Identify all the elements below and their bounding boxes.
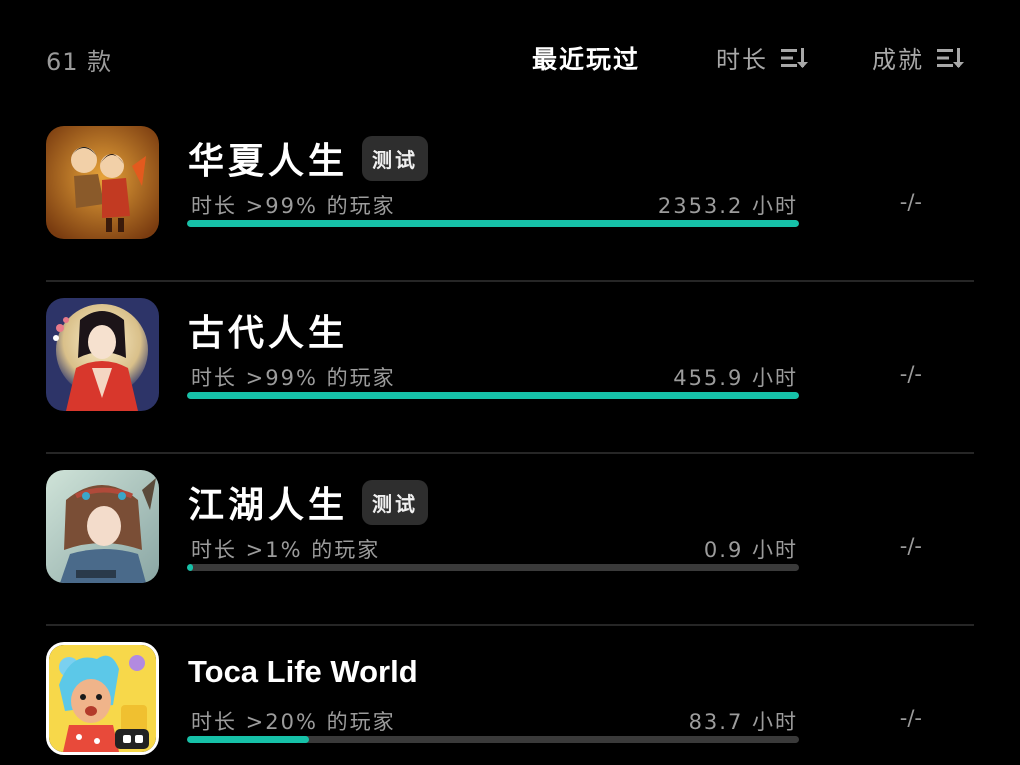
game-title-text: 江湖人生 <box>188 485 349 526</box>
game-list-item[interactable]: 古代人生 时长 >99% 的玩家 455.9 小时 -/- <box>46 282 974 454</box>
game-title: Toca Life World <box>188 654 418 690</box>
game-library-screen: 61 款 最近玩过 时长 成就 华夏人生 测试 时长 >99% 的玩家 2353… <box>0 0 1020 765</box>
playtime-progress-bar <box>187 564 799 571</box>
sort-by-playtime-label: 时长 <box>716 46 768 74</box>
game-list-item[interactable]: Toca Life World 时长 >20% 的玩家 83.7 小时 -/- <box>46 626 974 765</box>
sort-order-icon <box>781 47 808 68</box>
game-title-text: 古代人生 <box>188 313 349 354</box>
playtime-progress-bar <box>187 736 799 743</box>
playtime-progress-bar <box>187 220 799 227</box>
huaxia-rensheng-app-icon <box>46 126 159 239</box>
achievement-value: -/- <box>899 362 922 386</box>
playtime-rank-text: 时长 >99% 的玩家 <box>191 194 396 218</box>
playtime-hours: 2353.2 小时 <box>657 194 798 218</box>
toca-life-world-app-icon <box>46 642 159 755</box>
playtime-rank-text: 时长 >1% 的玩家 <box>191 538 381 562</box>
sort-order-icon <box>937 47 964 68</box>
beta-badge: 测试 <box>362 479 429 525</box>
playtime-rank-text: 时长 >20% 的玩家 <box>191 710 396 734</box>
achievement-value: -/- <box>899 534 922 558</box>
game-title: 江湖人生 测试 <box>188 476 429 528</box>
beta-badge: 测试 <box>362 135 429 181</box>
game-title-text: 华夏人生 <box>188 141 349 182</box>
playtime-progress-fill <box>187 392 799 399</box>
sort-by-achievement-button[interactable]: 成就 <box>872 40 964 75</box>
sort-recent-played-tab[interactable]: 最近玩过 <box>532 40 640 76</box>
game-title-text: Toca Life World <box>188 654 418 689</box>
playtime-hours: 83.7 小时 <box>688 710 798 734</box>
playtime-progress-fill <box>187 564 194 571</box>
gudai-rensheng-app-icon <box>46 298 159 411</box>
achievement-value: -/- <box>899 706 922 730</box>
game-count-label: 61 款 <box>46 48 113 76</box>
game-list-item[interactable]: 华夏人生 测试 时长 >99% 的玩家 2353.2 小时 -/- <box>46 110 974 282</box>
playtime-hours: 455.9 小时 <box>673 366 798 390</box>
game-title: 华夏人生 测试 <box>188 132 429 184</box>
playtime-progress-bar <box>187 392 799 399</box>
list-header: 61 款 最近玩过 时长 成就 <box>0 0 1020 110</box>
playtime-progress-fill <box>187 736 310 743</box>
game-title: 古代人生 <box>188 304 348 356</box>
sort-by-playtime-button[interactable]: 时长 <box>716 40 808 75</box>
sort-by-achievement-label: 成就 <box>872 46 924 74</box>
playtime-progress-fill <box>187 220 799 227</box>
achievement-value: -/- <box>899 190 922 214</box>
jianghu-rensheng-app-icon <box>46 470 159 583</box>
game-list-item[interactable]: 江湖人生 测试 时长 >1% 的玩家 0.9 小时 -/- <box>46 454 974 626</box>
playtime-hours: 0.9 小时 <box>703 538 798 562</box>
playtime-rank-text: 时长 >99% 的玩家 <box>191 366 396 390</box>
